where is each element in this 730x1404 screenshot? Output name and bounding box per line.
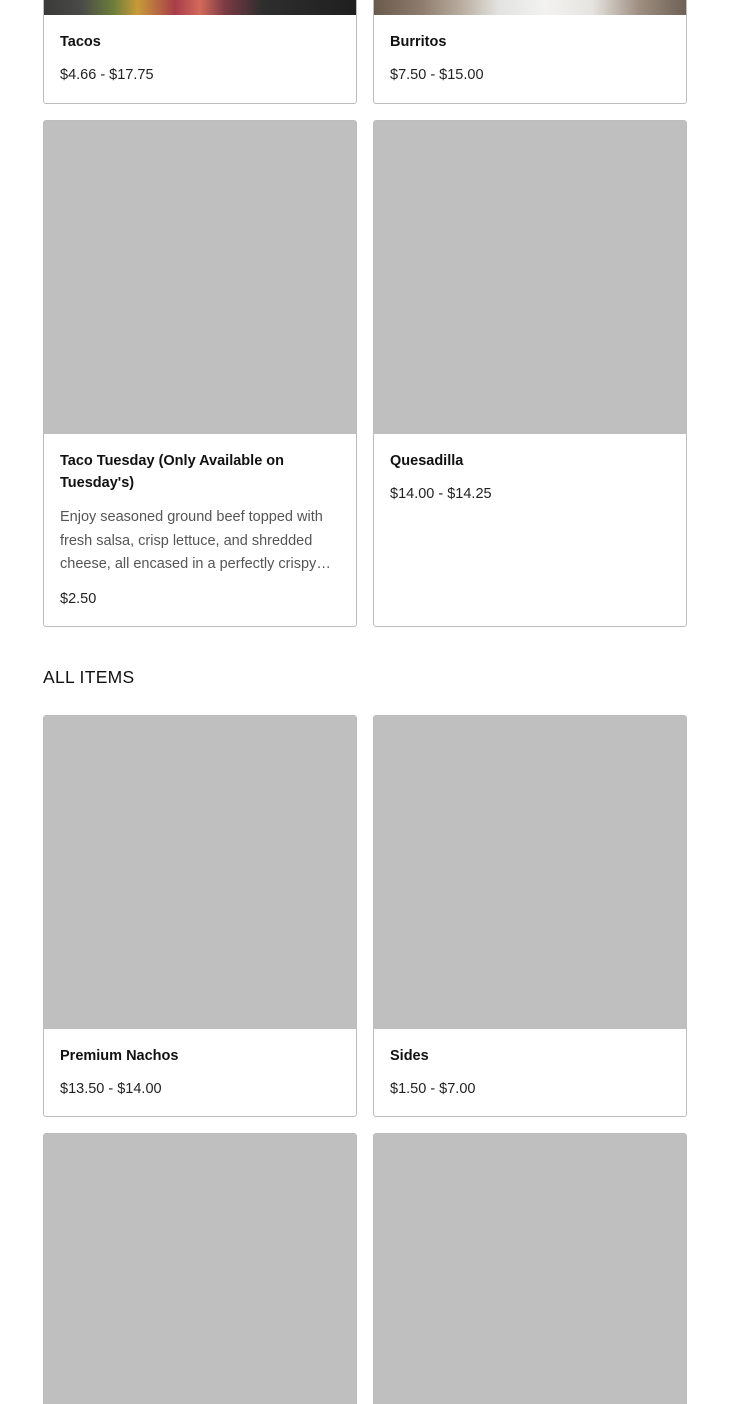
- menu-page: Tacos $4.66 - $17.75 Burritos $7.50 - $1…: [0, 0, 730, 1404]
- menu-card[interactable]: [373, 1133, 687, 1404]
- card-title: Quesadilla: [390, 453, 464, 469]
- card-body: Burritos $7.50 - $15.00: [374, 15, 686, 103]
- card-title: Premium Nachos: [60, 1048, 179, 1064]
- sides-image-placeholder: [374, 716, 686, 1029]
- all-items-heading: ALL ITEMS: [43, 667, 135, 687]
- card-body: Tacos $4.66 - $17.75: [44, 15, 356, 103]
- taco-tuesday-image-placeholder: [44, 121, 356, 434]
- card-body: Taco Tuesday (Only Available on Tuesday'…: [44, 434, 356, 626]
- item-image-placeholder: [44, 1134, 356, 1404]
- card-description: Enjoy seasoned ground beef topped with f…: [60, 509, 323, 572]
- menu-card-taco-tuesday[interactable]: Taco Tuesday (Only Available on Tuesday'…: [43, 120, 357, 627]
- card-title: Sides: [390, 1048, 429, 1064]
- quesadilla-image-placeholder: [374, 121, 686, 434]
- card-title: Taco Tuesday (Only Available on Tuesday'…: [60, 453, 284, 491]
- menu-card-sides[interactable]: Sides $1.50 - $7.00: [373, 715, 687, 1117]
- menu-card[interactable]: [43, 1133, 357, 1404]
- burritos-image: [374, 0, 686, 15]
- card-title: Burritos: [390, 34, 447, 50]
- card-price: $13.50 - $14.00: [60, 1081, 162, 1097]
- premium-nachos-image-placeholder: [44, 716, 356, 1029]
- card-price: $2.50: [60, 590, 97, 607]
- card-body: Sides $1.50 - $7.00: [374, 1029, 686, 1116]
- menu-card-burritos[interactable]: Burritos $7.50 - $15.00: [373, 0, 687, 104]
- card-price: $4.66 - $17.75: [60, 67, 154, 83]
- card-price: $7.50 - $15.00: [390, 67, 484, 83]
- menu-card-premium-nachos[interactable]: Premium Nachos $13.50 - $14.00: [43, 715, 357, 1117]
- menu-card-quesadilla[interactable]: Quesadilla $14.00 - $14.25: [373, 120, 687, 627]
- card-title: Tacos: [60, 34, 101, 50]
- card-price: $14.00 - $14.25: [390, 486, 492, 502]
- item-image-placeholder: [374, 1134, 686, 1404]
- card-price: $1.50 - $7.00: [390, 1081, 476, 1097]
- card-body: Premium Nachos $13.50 - $14.00: [44, 1029, 356, 1116]
- card-body: Quesadilla $14.00 - $14.25: [374, 434, 686, 522]
- menu-card-tacos[interactable]: Tacos $4.66 - $17.75: [43, 0, 357, 104]
- tacos-image: [44, 0, 356, 15]
